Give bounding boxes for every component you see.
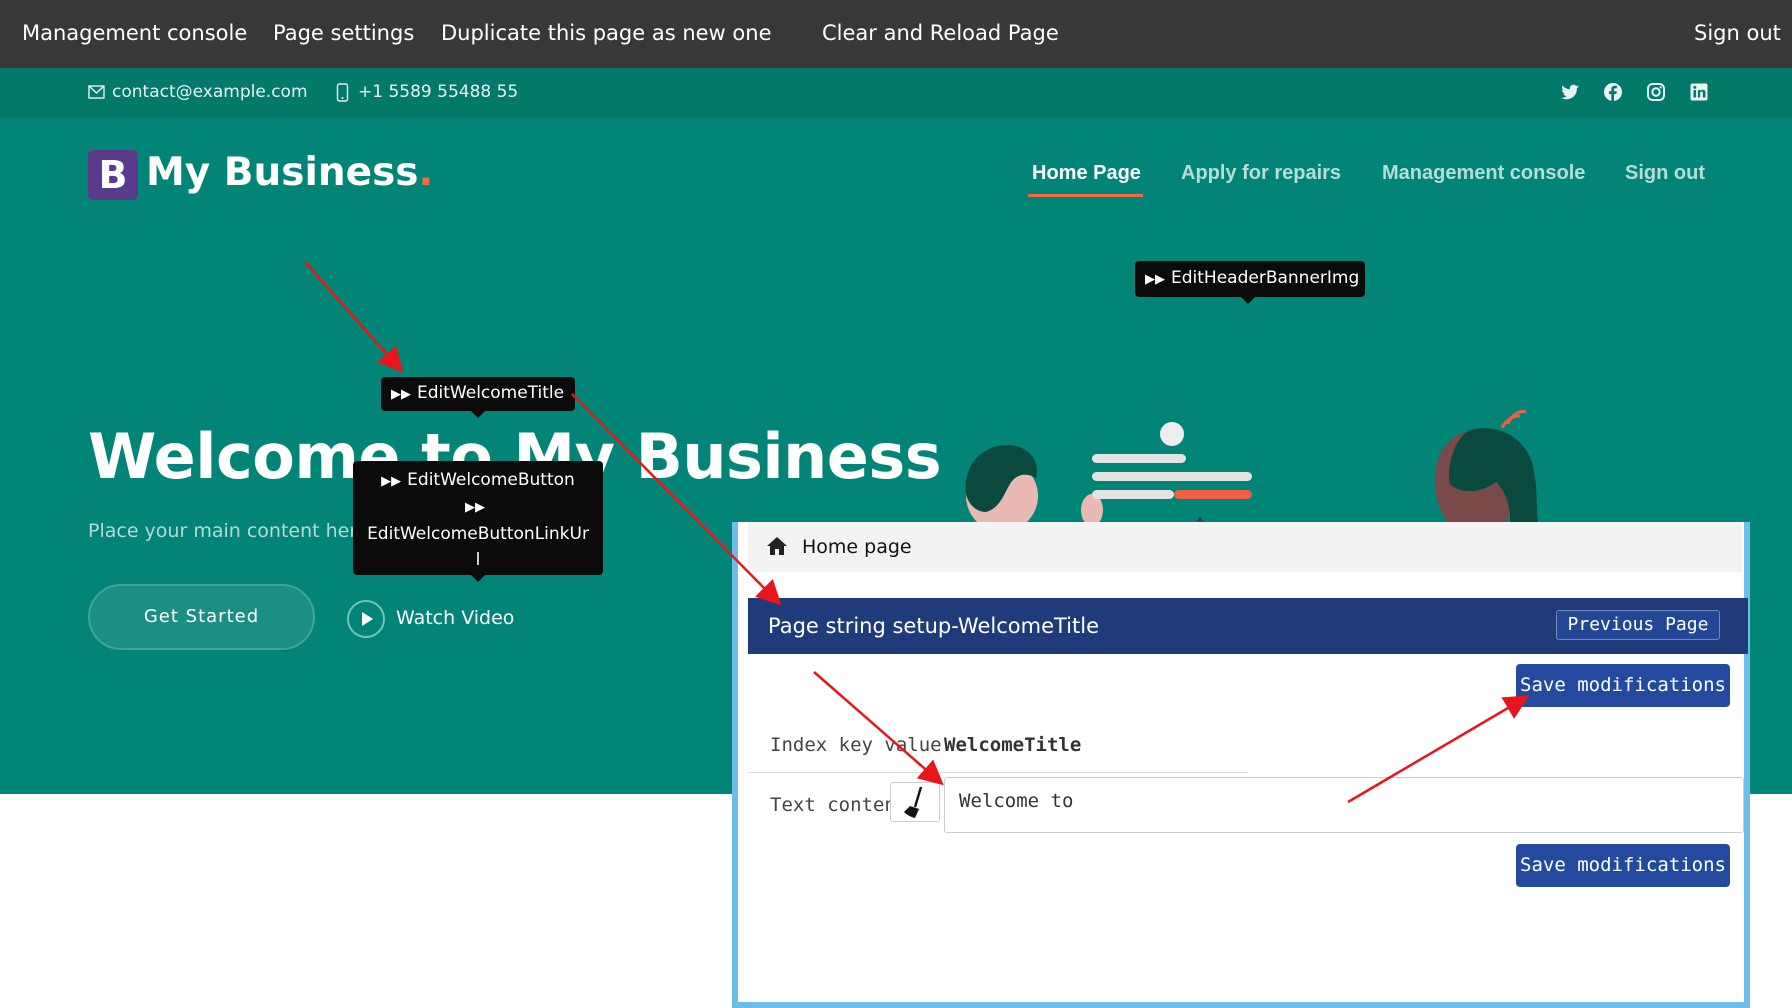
clear-text-button[interactable]: [890, 782, 940, 822]
edit-welcome-button-tooltip[interactable]: ▶▶ EditWelcomeButton ▶▶ EditWelcomeButton…: [353, 461, 603, 575]
contact-topbar: contact@example.com +1 5589 55488 55: [0, 68, 1792, 118]
brand-name-text: My Business: [146, 150, 419, 195]
index-key-value: WelcomeTitle: [944, 734, 1082, 756]
screenshot-root: Management console Page settings Duplica…: [0, 0, 1792, 1008]
index-key-label: Index key value: [770, 734, 942, 756]
fast-forward-icon: ▶▶: [465, 500, 485, 515]
facebook-icon[interactable]: [1603, 82, 1623, 102]
breadcrumb-home-link[interactable]: Home page: [802, 536, 912, 558]
twitter-icon[interactable]: [1560, 82, 1580, 102]
fast-forward-icon: ▶▶: [1145, 272, 1165, 287]
save-modifications-button-top[interactable]: Save modifications: [1516, 664, 1730, 707]
edit-welcome-title-tooltip[interactable]: ▶▶ EditWelcomeTitle: [381, 377, 575, 411]
nav-home-page[interactable]: Home Page: [1032, 162, 1141, 185]
fast-forward-icon: ▶▶: [381, 474, 402, 489]
nav-apply-for-repairs[interactable]: Apply for repairs: [1181, 162, 1341, 185]
brand-dot: .: [418, 150, 434, 195]
logo-badge[interactable]: B: [88, 150, 138, 200]
admin-management-console-link[interactable]: Management console: [22, 21, 247, 45]
tooltip-pointer: [470, 410, 486, 418]
nav-sign-out[interactable]: Sign out: [1625, 162, 1705, 185]
home-icon[interactable]: [766, 535, 788, 557]
edit-welcome-title-label: EditWelcomeTitle: [417, 383, 565, 403]
nav-active-underline: [1028, 194, 1143, 197]
broom-icon: [904, 786, 923, 818]
admin-sign-out-link[interactable]: Sign out: [1694, 21, 1781, 45]
admin-page-settings-link[interactable]: Page settings: [273, 21, 414, 45]
text-content-input[interactable]: Welcome to: [944, 777, 1744, 833]
admin-bar: Management console Page settings Duplica…: [0, 0, 1792, 68]
field-divider: [748, 772, 1248, 773]
contact-email[interactable]: contact@example.com: [112, 82, 308, 102]
previous-page-button[interactable]: Previous Page: [1556, 610, 1720, 640]
hero-subtitle: Place your main content here: [88, 520, 369, 542]
nav-management-console[interactable]: Management console: [1382, 162, 1585, 185]
admin-duplicate-page-link[interactable]: Duplicate this page as new one: [441, 21, 771, 45]
tooltip-pointer: [1240, 296, 1256, 304]
edit-header-banner-tooltip[interactable]: ▶▶ EditHeaderBannerImg: [1135, 261, 1365, 297]
brand-name[interactable]: My Business.: [146, 150, 433, 195]
page-string-setup-panel: Home page Page string setup-WelcomeTitle…: [732, 522, 1750, 1008]
linkedin-icon[interactable]: [1689, 82, 1709, 102]
envelope-icon: [88, 85, 105, 99]
watch-video-link[interactable]: Watch Video: [396, 607, 514, 629]
breadcrumb: Home page: [748, 522, 1742, 572]
text-content-label: Text content: [770, 794, 908, 816]
edit-welcome-button-link-label-end: l: [475, 550, 481, 570]
fast-forward-icon: ▶▶: [391, 387, 411, 402]
save-modifications-button-bottom[interactable]: Save modifications: [1516, 844, 1730, 887]
tooltip-pointer: [470, 574, 486, 582]
get-started-button[interactable]: Get Started: [88, 584, 315, 650]
edit-welcome-button-label: EditWelcomeButton: [407, 470, 575, 490]
play-icon[interactable]: [346, 599, 386, 639]
instagram-icon[interactable]: [1646, 82, 1666, 102]
edit-header-banner-label: EditHeaderBannerImg: [1171, 268, 1360, 288]
edit-welcome-button-link-label: EditWelcomeButtonLinkUr: [367, 524, 589, 544]
contact-phone[interactable]: +1 5589 55488 55: [358, 82, 518, 102]
phone-icon: [336, 83, 349, 102]
setup-header-title: Page string setup-WelcomeTitle: [768, 614, 1099, 638]
admin-clear-reload-link[interactable]: Clear and Reload Page: [822, 21, 1059, 45]
setup-header: Page string setup-WelcomeTitle Previous …: [748, 598, 1748, 654]
